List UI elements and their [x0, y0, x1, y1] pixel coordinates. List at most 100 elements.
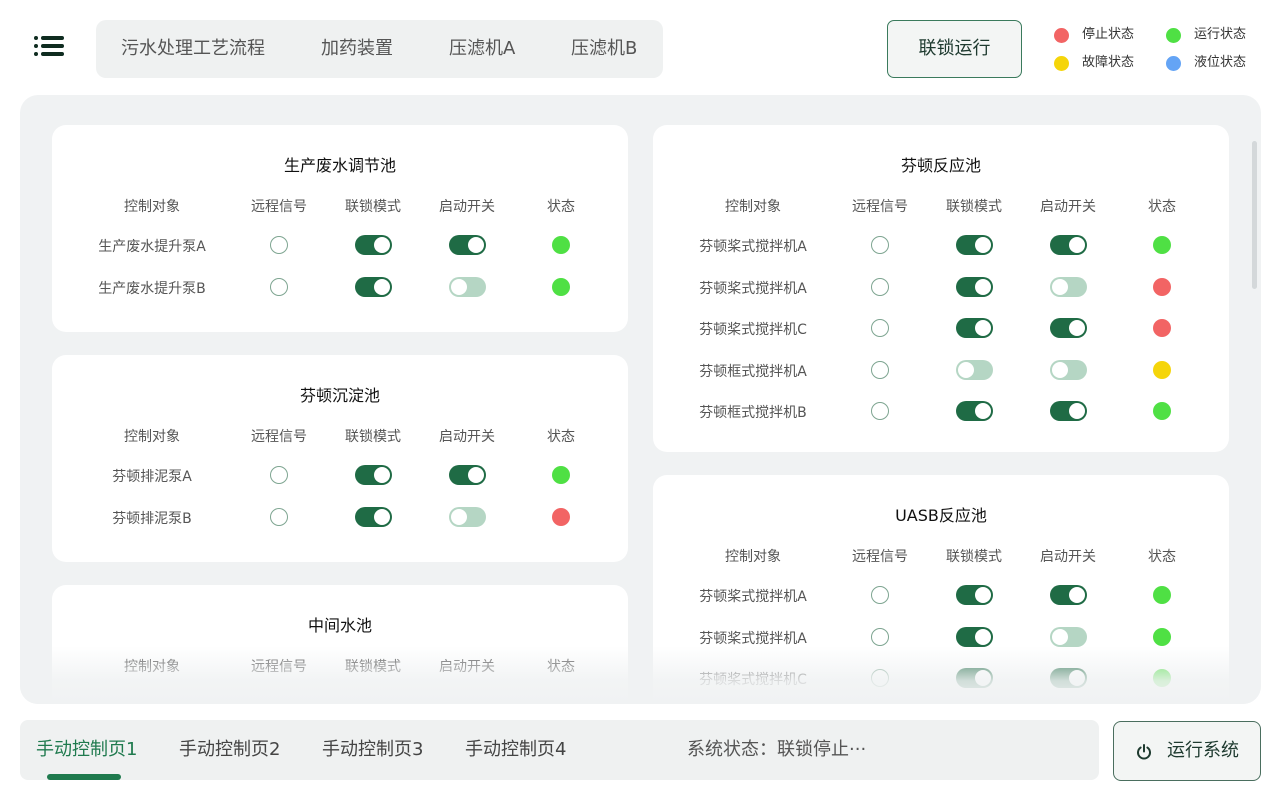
legend-level: 液位状态 [1166, 53, 1266, 73]
toggle-knob [468, 237, 484, 253]
tab-manual-page-1[interactable]: 手动控制页1 [36, 720, 137, 780]
interlock-mode-toggle[interactable] [956, 668, 993, 688]
legend-fault-dot [1054, 56, 1069, 71]
card-3: 芬顿反应池 控制对象 远程信号 联锁模式 启动开关 状态 芬顿桨式搅拌机A 芬顿桨式搅拌机A 芬… [653, 125, 1229, 452]
tab-dosing-device[interactable]: 加药装置 [321, 20, 393, 78]
interlock-mode-toggle[interactable] [355, 276, 392, 297]
column-header-object: 控制对象 [725, 199, 781, 215]
status-indicator [552, 277, 570, 296]
toggle-knob [374, 237, 390, 253]
remote-signal-radio[interactable] [270, 507, 288, 526]
card-4: UASB反应池 控制对象 远程信号 联锁模式 启动开关 状态 芬顿桨式搅拌机A 芬顿桨式搅拌机… [653, 475, 1229, 704]
status-indicator [1153, 627, 1171, 646]
interlock-mode-toggle[interactable] [355, 465, 392, 485]
control-panel: 生产废水调节池 控制对象 远程信号 联锁模式 启动开关 状态 生产废水提升泵A 生产废水提升泵… [20, 95, 1261, 704]
legend-fault-label: 故障状态 [1082, 55, 1135, 70]
menu-icon[interactable] [34, 36, 64, 62]
scrollbar[interactable] [1252, 141, 1257, 289]
interlock-mode-toggle[interactable] [956, 235, 993, 255]
column-header-status: 状态 [1148, 549, 1176, 565]
tab-manual-page-4[interactable]: 手动控制页4 [465, 720, 566, 780]
device-name: 芬顿桨式搅拌机A [699, 239, 807, 255]
remote-signal-radio[interactable] [871, 627, 889, 646]
tab-manual-page-3[interactable]: 手动控制页3 [322, 720, 423, 780]
start-switch-toggle[interactable] [449, 465, 486, 485]
start-switch-toggle[interactable] [1050, 585, 1087, 605]
status-indicator [1153, 586, 1171, 604]
card-title: 中间水池 [307, 616, 372, 635]
card-title: 芬顿沉淀池 [299, 386, 380, 405]
start-switch-toggle[interactable] [449, 235, 486, 255]
remote-signal-radio[interactable] [871, 669, 889, 687]
toggle-knob [958, 361, 974, 378]
device-name: 芬顿桨式搅拌机A [699, 280, 807, 297]
toggle-knob [1069, 670, 1085, 686]
interlock-mode-toggle[interactable] [956, 318, 993, 338]
remote-signal-radio[interactable] [871, 277, 889, 296]
column-header-object: 控制对象 [124, 659, 180, 675]
remote-signal-radio[interactable] [871, 319, 889, 337]
start-switch-toggle[interactable] [1050, 668, 1087, 688]
remote-signal-radio[interactable] [871, 360, 889, 379]
toggle-knob [975, 320, 991, 336]
toggle-knob [975, 403, 991, 419]
remote-signal-radio[interactable] [871, 402, 889, 420]
interlock-mode-toggle[interactable] [956, 401, 993, 421]
device-name: 芬顿桨式搅拌机C [699, 322, 807, 338]
status-indicator [552, 507, 570, 526]
tab-filter-press-a[interactable]: 压滤机A [449, 20, 515, 78]
interlock-mode-toggle[interactable] [956, 276, 993, 297]
status-indicator [1153, 277, 1171, 296]
status-indicator [552, 236, 570, 254]
start-switch-toggle[interactable] [449, 506, 486, 527]
remote-signal-radio[interactable] [270, 277, 288, 296]
card-title: 芬顿反应池 [900, 156, 981, 175]
card-2: 中间水池 控制对象 远程信号 联锁模式 启动开关 状态 [52, 585, 628, 704]
interlock-mode-toggle[interactable] [956, 359, 993, 380]
start-switch-toggle[interactable] [1050, 276, 1087, 297]
status-indicator [552, 466, 570, 484]
column-header-object: 控制对象 [725, 549, 781, 565]
legend-run-label: 运行状态 [1194, 27, 1247, 42]
interlock-mode-toggle[interactable] [355, 506, 392, 527]
column-header-status: 状态 [1148, 199, 1176, 215]
column-header-status: 状态 [547, 199, 575, 215]
start-switch-toggle[interactable] [449, 276, 486, 297]
start-switch-toggle[interactable] [1050, 359, 1087, 380]
tab-manual-page-2[interactable]: 手动控制页2 [179, 720, 280, 780]
remote-signal-radio[interactable] [270, 466, 288, 484]
start-switch-toggle[interactable] [1050, 401, 1087, 421]
device-name: 芬顿桨式搅拌机A [699, 630, 807, 647]
card-title: UASB反应池 [895, 506, 987, 525]
interlock-mode-toggle[interactable] [956, 626, 993, 647]
run-system-label: 运行系统 [1167, 740, 1239, 761]
top-nav-tabs: 污水处理工艺流程 加药装置 压滤机A 压滤机B [96, 20, 663, 78]
column-header-object: 控制对象 [124, 429, 180, 445]
device-name: 芬顿框式搅拌机A [699, 363, 807, 380]
tab-filter-press-b[interactable]: 压滤机B [571, 20, 637, 78]
remote-signal-radio[interactable] [871, 586, 889, 604]
toggle-knob [1052, 278, 1068, 295]
device-name: 芬顿桨式搅拌机C [699, 672, 807, 688]
legend-level-dot [1166, 56, 1181, 71]
toggle-knob [975, 670, 991, 686]
start-switch-toggle[interactable] [1050, 235, 1087, 255]
remote-signal-radio[interactable] [871, 236, 889, 254]
device-name: 生产废水提升泵B [98, 280, 206, 297]
remote-signal-radio[interactable] [270, 236, 288, 254]
card-title: 生产废水调节池 [283, 156, 396, 175]
toggle-knob [468, 467, 484, 483]
toggle-knob [975, 237, 991, 253]
tab-process-flow[interactable]: 污水处理工艺流程 [121, 20, 265, 78]
device-name: 芬顿排泥泵A [112, 469, 192, 485]
device-name: 芬顿排泥泵B [112, 510, 192, 527]
interlock-mode-toggle[interactable] [956, 585, 993, 605]
status-indicator [1153, 236, 1171, 254]
active-tab-indicator [47, 774, 121, 780]
interlock-run-button[interactable]: 联锁运行 [887, 20, 1022, 78]
toggle-knob [1052, 628, 1068, 645]
interlock-mode-toggle[interactable] [355, 235, 392, 255]
start-switch-toggle[interactable] [1050, 626, 1087, 647]
start-switch-toggle[interactable] [1050, 318, 1087, 338]
run-system-button[interactable]: 运行系统 [1113, 721, 1261, 781]
